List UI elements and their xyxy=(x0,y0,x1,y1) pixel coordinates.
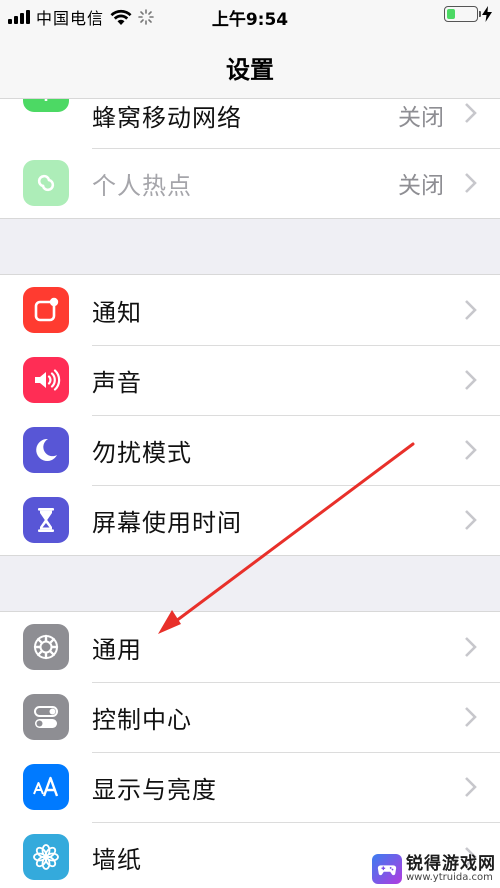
watermark: 锐得游戏网 www.ytruida.com xyxy=(372,854,496,884)
chevron-right-icon xyxy=(465,707,477,727)
settings-row-label: 蜂窝移动网络 xyxy=(92,104,242,132)
chevron-right-icon xyxy=(465,510,477,530)
chevron-right-icon xyxy=(465,370,477,390)
settings-row-general[interactable]: 通用 xyxy=(0,612,500,682)
settings-row-control-center[interactable]: 控制中心 xyxy=(0,682,500,752)
settings-row-screen-time[interactable]: 屏幕使用时间 xyxy=(0,485,500,555)
moon-icon xyxy=(23,427,69,473)
settings-row-do-not-disturb[interactable]: 勿扰模式 xyxy=(0,415,500,485)
settings-row-label: 通用 xyxy=(92,635,142,664)
chevron-right-icon xyxy=(465,637,477,657)
charging-bolt-icon xyxy=(482,6,492,22)
watermark-name: 锐得游戏网 xyxy=(406,853,496,874)
settings-row-display-brightness[interactable]: 显示与亮度 xyxy=(0,752,500,822)
settings-row-label: 屏幕使用时间 xyxy=(92,508,242,537)
gear-icon xyxy=(23,624,69,670)
settings-screen: 中国电信 上午9:54 设置 蜂窝移动网络 关闭 个人热点 关闭 通知 声音 勿… xyxy=(0,0,500,888)
settings-row-label: 墙纸 xyxy=(92,845,142,874)
settings-row-value: 关闭 xyxy=(398,173,444,199)
settings-row-label: 个人热点 xyxy=(92,171,192,200)
flower-icon xyxy=(23,834,69,880)
settings-row-label: 通知 xyxy=(92,298,142,327)
status-time: 上午9:54 xyxy=(211,10,289,30)
watermark-text: 锐得游戏网 www.ytruida.com xyxy=(406,853,496,883)
chevron-right-icon xyxy=(465,440,477,460)
hourglass-icon xyxy=(23,497,69,543)
settings-row-label: 勿扰模式 xyxy=(92,438,192,467)
settings-group-notifications: 通知 声音 勿扰模式 屏幕使用时间 xyxy=(0,274,500,556)
toggle-switches-icon xyxy=(23,694,69,740)
chevron-right-icon xyxy=(465,777,477,797)
chevron-right-icon xyxy=(465,103,477,123)
status-bar: 中国电信 上午9:54 xyxy=(0,0,500,34)
page-title: 设置 xyxy=(226,56,274,84)
settings-row-label: 控制中心 xyxy=(92,705,192,734)
settings-row-hotspot[interactable]: 个人热点 关闭 xyxy=(0,148,500,218)
status-right xyxy=(444,6,492,22)
hotspot-link-icon xyxy=(23,160,69,206)
settings-row-value: 关闭 xyxy=(398,105,444,131)
settings-row-label: 声音 xyxy=(92,368,142,397)
settings-row-notifications[interactable]: 通知 xyxy=(0,275,500,345)
settings-row-label: 显示与亮度 xyxy=(92,775,217,804)
chevron-right-icon xyxy=(465,173,477,193)
navigation-bar: 设置 xyxy=(0,34,500,99)
watermark-url: www.ytruida.com xyxy=(406,871,493,883)
battery-icon xyxy=(444,6,481,22)
notification-icon xyxy=(23,287,69,333)
settings-group-general: 通用 控制中心 显示与亮度 墙纸 xyxy=(0,611,500,888)
battery-level-fill xyxy=(447,9,455,19)
gamepad-logo-icon xyxy=(372,854,402,884)
speaker-icon xyxy=(23,357,69,403)
text-size-icon xyxy=(23,764,69,810)
settings-list: 蜂窝移动网络 关闭 个人热点 关闭 通知 声音 勿扰模式 屏幕使用时间 通用 控… xyxy=(0,66,500,888)
chevron-right-icon xyxy=(465,300,477,320)
settings-row-sounds[interactable]: 声音 xyxy=(0,345,500,415)
